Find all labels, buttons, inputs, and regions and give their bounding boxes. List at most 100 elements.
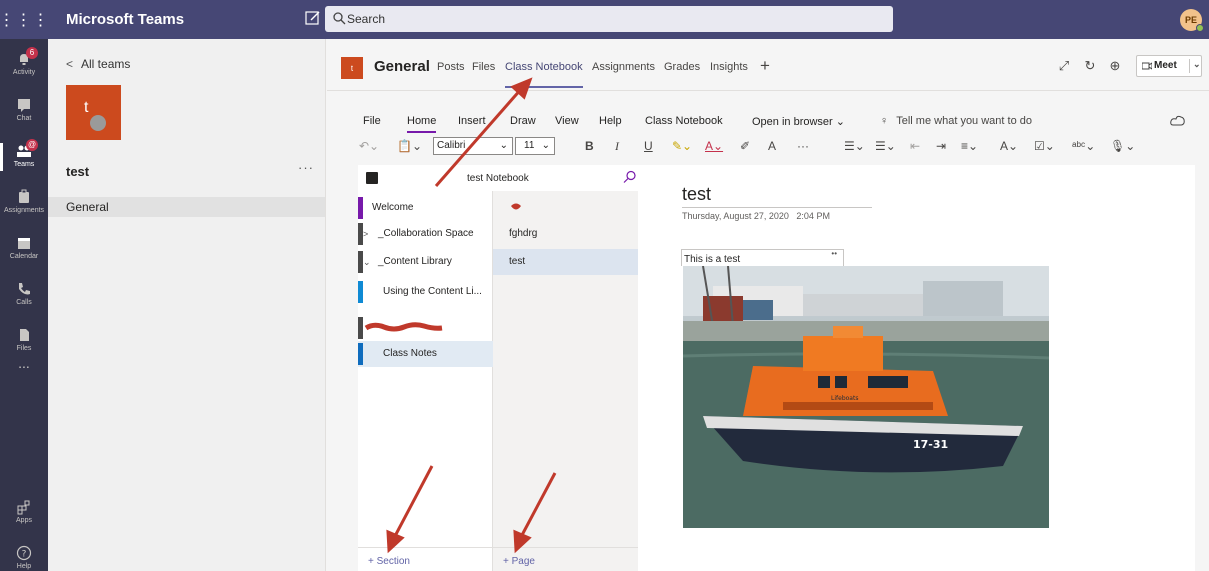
font-color-icon[interactable]: A⌄	[705, 135, 723, 157]
menu-view[interactable]: View	[555, 115, 579, 127]
notebook-icon[interactable]	[366, 172, 378, 184]
lightbulb-icon: ♀	[880, 115, 889, 127]
section-color-tab	[358, 281, 363, 303]
search-box[interactable]	[325, 6, 893, 32]
section-group-item[interactable]: > _Collaboration Space	[358, 221, 493, 247]
globe-icon[interactable]: ⊕	[1107, 58, 1123, 74]
italic-icon[interactable]: I	[615, 135, 619, 157]
section-item-selected[interactable]: Class Notes	[358, 341, 493, 367]
dictate-icon[interactable]: 🎙⌄	[1110, 135, 1135, 157]
file-icon	[20, 329, 29, 341]
search-icon	[333, 12, 346, 25]
rail-calendar[interactable]: Calendar	[0, 227, 48, 273]
rail-label: Calendar	[9, 253, 39, 260]
clear-format-icon[interactable]: ✐	[740, 135, 750, 157]
underline-icon[interactable]: U	[644, 135, 653, 157]
rail-label: Activity	[12, 69, 36, 76]
rail-more[interactable]: ...	[0, 355, 48, 401]
more-options-icon[interactable]: ···	[797, 135, 809, 157]
section-label: _Collaboration Space	[378, 228, 474, 239]
highlight-icon[interactable]: ✎⌄	[672, 135, 692, 157]
page-title[interactable]: test	[682, 184, 872, 208]
all-teams-label: All teams	[81, 57, 131, 71]
align-icon[interactable]: ≡⌄	[961, 135, 978, 157]
font-name: Calibri	[437, 140, 466, 151]
new-chat-icon[interactable]	[304, 9, 322, 27]
rail-apps[interactable]: Apps	[0, 491, 48, 537]
notebook-title[interactable]: test Notebook	[467, 173, 529, 184]
tab-files[interactable]: Files	[472, 61, 495, 73]
decrease-indent-icon[interactable]: ⇤	[910, 135, 920, 157]
meet-button[interactable]: Meet ⌄	[1136, 55, 1202, 77]
cloud-share-icon[interactable]	[1170, 114, 1186, 128]
tab-grades[interactable]: Grades	[664, 61, 700, 73]
clipboard-icon[interactable]: 📋⌄	[397, 135, 422, 157]
page-item[interactable]: fghdrg	[493, 221, 638, 247]
meet-label: Meet	[1154, 60, 1177, 71]
tell-me-search[interactable]: ♀ Tell me what you want to do	[880, 115, 1032, 127]
tab-assignments[interactable]: Assignments	[592, 61, 655, 73]
tag-icon[interactable]: ☑⌄	[1034, 135, 1055, 157]
rail-teams[interactable]: @ Teams	[0, 135, 48, 181]
font-family-select[interactable]: Calibri ⌄	[433, 137, 513, 155]
refresh-icon[interactable]: ↻	[1082, 58, 1098, 74]
add-section-button[interactable]: + Section	[368, 556, 410, 567]
menu-insert[interactable]: Insert	[458, 115, 486, 127]
chevron-left-icon: <	[66, 57, 74, 71]
drag-handle-icon[interactable]: ••	[831, 249, 837, 258]
undo-icon[interactable]: ↶⌄	[359, 135, 379, 157]
menu-open-in-browser[interactable]: Open in browser ⌄	[752, 115, 845, 128]
menu-draw[interactable]: Draw	[510, 115, 536, 127]
bullets-icon[interactable]: ☰⌄	[844, 135, 865, 157]
section-group-item[interactable]: ⌄ _Content Library	[358, 249, 493, 275]
section-item[interactable]: Welcome	[358, 195, 493, 221]
page-item-selected[interactable]: test	[493, 249, 638, 275]
search-input[interactable]	[347, 10, 887, 28]
channel-icon-letter: t	[350, 63, 354, 73]
menu-class-notebook[interactable]: Class Notebook	[645, 115, 723, 127]
format-painter-icon[interactable]: A⌄	[1000, 135, 1018, 157]
menu-help[interactable]: Help	[599, 115, 622, 127]
tab-class-notebook[interactable]: Class Notebook	[505, 61, 583, 88]
add-page-button[interactable]: + Page	[503, 556, 535, 567]
rail-chat[interactable]: Chat	[0, 89, 48, 135]
tab-insights[interactable]: Insights	[710, 61, 748, 73]
section-label: Class Notes	[383, 348, 437, 359]
lifeboat-photo[interactable]: 17-31 Lifeboats	[683, 266, 1049, 528]
increase-indent-icon[interactable]: ⇥	[936, 135, 946, 157]
rail-help[interactable]: ? Help	[0, 537, 48, 571]
team-more-options-icon[interactable]: ···	[298, 160, 314, 175]
page-item[interactable]	[493, 195, 638, 221]
numbering-icon[interactable]: ☰⌄	[875, 135, 896, 157]
expand-icon[interactable]: ⤢	[1056, 58, 1072, 74]
spelling-icon[interactable]: ᵃᵇᶜ⌄	[1072, 135, 1095, 157]
note-container[interactable]: •• This is a test	[681, 249, 844, 266]
add-tab-button[interactable]: +	[760, 56, 770, 76]
channel-item-general[interactable]: General	[48, 197, 325, 217]
chevron-down-icon[interactable]: ⌄	[1193, 59, 1201, 70]
rail-assignments[interactable]: Assignments	[0, 181, 48, 227]
team-avatar[interactable]: t	[66, 85, 121, 140]
rail-calls[interactable]: Calls	[0, 273, 48, 319]
all-teams-link[interactable]: < All teams	[66, 57, 130, 71]
edit-pencil-icon[interactable]	[90, 115, 106, 131]
page-canvas[interactable]: test Thursday, August 27, 2020 2:04 PM •…	[638, 165, 1195, 571]
rail-label: Calls	[16, 299, 32, 306]
user-avatar[interactable]: PE	[1180, 9, 1204, 32]
bold-icon[interactable]: B	[585, 135, 594, 157]
chevron-down-icon[interactable]: ⌄	[363, 249, 371, 275]
font-size-select[interactable]: 11 ⌄	[515, 137, 555, 155]
tab-posts[interactable]: Posts	[437, 61, 465, 73]
menu-home[interactable]: Home	[407, 115, 437, 133]
avatar-initials: PE	[1184, 15, 1197, 25]
note-text[interactable]: This is a test	[684, 254, 740, 265]
search-icon[interactable]	[623, 170, 637, 184]
chevron-right-icon[interactable]: >	[363, 221, 368, 247]
app-launcher-icon[interactable]: ⋮⋮⋮	[0, 0, 49, 39]
chevron-down-icon: ⌄	[499, 140, 508, 151]
rail-activity[interactable]: 6 Activity	[0, 43, 48, 89]
styles-icon[interactable]: A	[768, 135, 776, 157]
rail-label: Teams	[13, 161, 35, 168]
section-item[interactable]: Using the Content Li...	[358, 279, 493, 305]
menu-file[interactable]: File	[363, 115, 381, 127]
